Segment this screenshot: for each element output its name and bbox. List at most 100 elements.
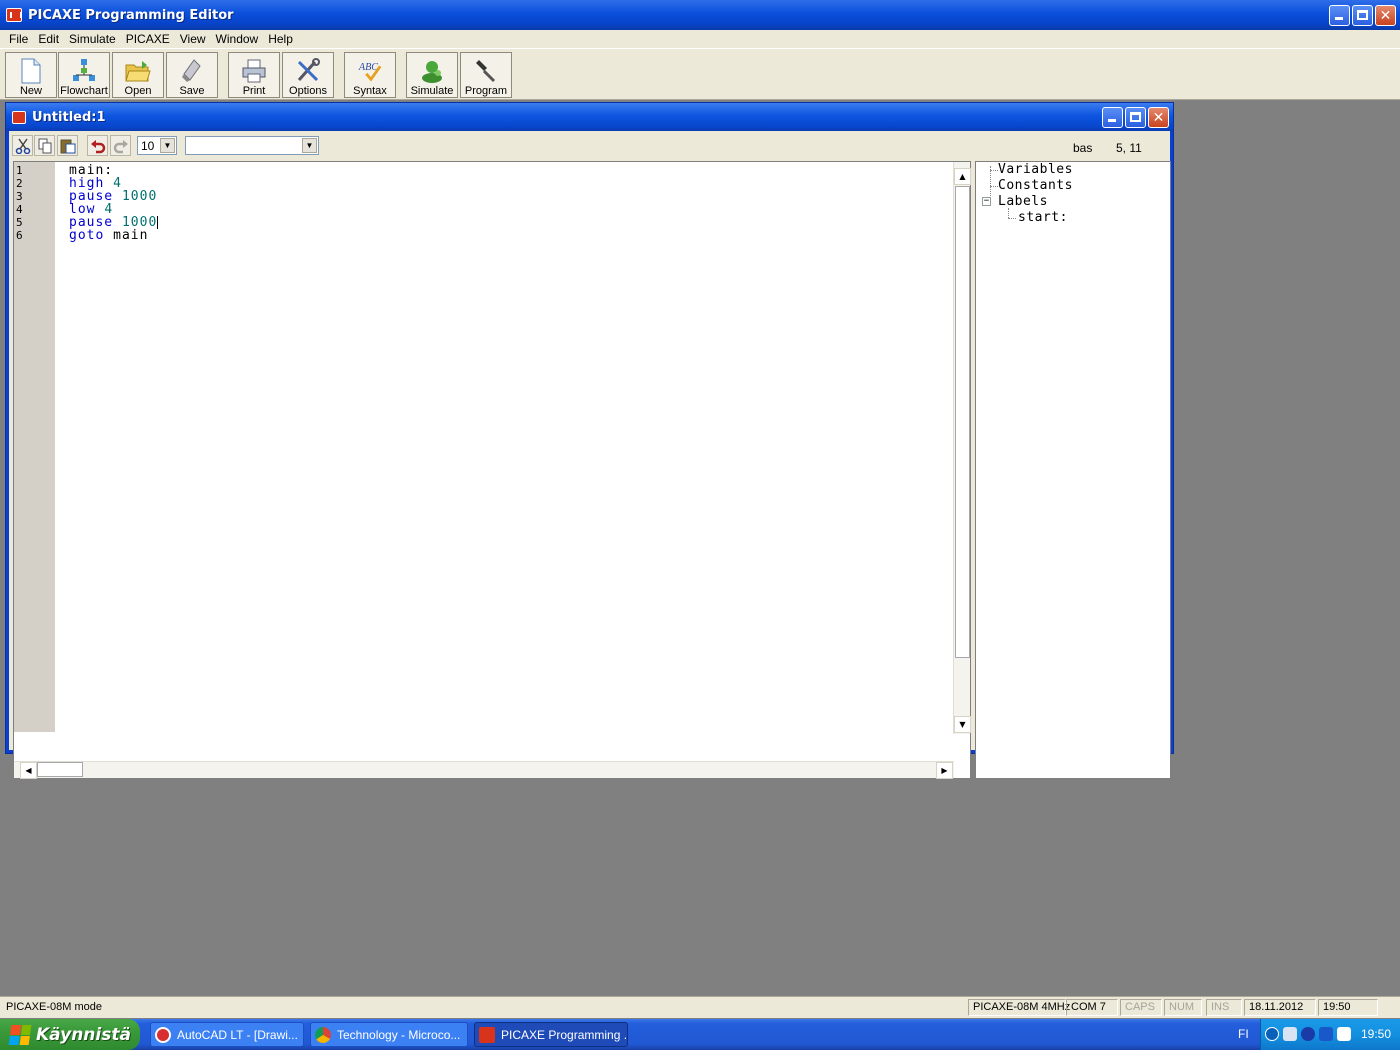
status-date: 18.11.2012 <box>1244 999 1316 1016</box>
paste-icon <box>60 139 75 153</box>
print-button[interactable]: Print <box>228 52 280 98</box>
windows-taskbar: Käynnistä AutoCAD LT - [Drawi... Technol… <box>0 1019 1400 1050</box>
collapse-icon[interactable]: − <box>982 197 991 206</box>
main-toolbar: New Flowchart Open Save Print Options AB… <box>0 48 1400 100</box>
scroll-up-icon[interactable]: ▲ <box>954 168 971 185</box>
document-icon <box>12 110 26 124</box>
maximize-button[interactable] <box>1352 5 1373 26</box>
vertical-scrollbar[interactable]: ▲ ▼ <box>953 162 971 734</box>
network-icon[interactable] <box>1283 1027 1297 1041</box>
close-icon: ✕ <box>1152 109 1165 126</box>
chevron-down-icon: ▼ <box>160 138 175 153</box>
maximize-icon <box>1357 10 1368 20</box>
menu-picaxe[interactable]: PICAXE <box>121 32 175 46</box>
scroll-down-icon[interactable]: ▼ <box>954 716 971 733</box>
syntax-button[interactable]: ABC Syntax <box>344 52 396 98</box>
language-indicator[interactable]: FI <box>1238 1027 1249 1041</box>
task-chrome[interactable]: Technology - Microco... <box>310 1022 468 1047</box>
undo-button[interactable] <box>87 135 108 156</box>
doc-maximize-button[interactable] <box>1125 107 1146 128</box>
maximize-icon <box>1130 112 1141 122</box>
tools-icon <box>295 57 321 84</box>
tree-item-constants[interactable]: Constants <box>998 178 1073 193</box>
main-title-bar[interactable]: PICAXE Programming Editor ✕ <box>0 0 1400 30</box>
menu-window[interactable]: Window <box>211 32 264 46</box>
line-number: 5 <box>16 216 23 229</box>
paste-button[interactable] <box>57 135 78 156</box>
simulate-button[interactable]: Simulate <box>406 52 458 98</box>
status-mode: PICAXE-08M mode <box>6 1001 102 1013</box>
picaxe-icon <box>479 1026 495 1043</box>
task-picaxe[interactable]: PICAXE Programming ... <box>474 1022 628 1047</box>
close-icon: ✕ <box>1379 7 1392 24</box>
security-icon[interactable] <box>1319 1027 1333 1041</box>
bluetooth-icon[interactable] <box>1301 1027 1315 1041</box>
printer-icon <box>241 57 267 84</box>
program-cable-icon <box>473 57 499 84</box>
menu-file[interactable]: File <box>4 32 33 46</box>
line-number: 4 <box>16 203 23 216</box>
minimize-icon <box>1108 119 1116 122</box>
picaxe-app-icon <box>6 8 22 22</box>
menu-help[interactable]: Help <box>263 32 298 46</box>
show-hidden-icons-icon[interactable] <box>1265 1027 1279 1041</box>
flowchart-button[interactable]: Flowchart <box>58 52 110 98</box>
document-title-bar[interactable]: Untitled:1 ✕ <box>6 103 1173 131</box>
file-type-label: bas <box>1073 141 1093 155</box>
copy-button[interactable] <box>34 135 55 156</box>
horizontal-scrollbar[interactable]: ◀ ▶ <box>14 761 954 779</box>
doc-close-button[interactable]: ✕ <box>1148 107 1169 128</box>
task-autocad[interactable]: AutoCAD LT - [Drawi... <box>150 1022 304 1047</box>
font-size-value: 10 <box>141 138 155 153</box>
program-button[interactable]: Program <box>460 52 512 98</box>
save-button[interactable]: Save <box>166 52 218 98</box>
tray-clock[interactable]: 19:50 <box>1361 1027 1391 1041</box>
redo-button[interactable] <box>110 135 131 156</box>
save-usb-icon <box>179 57 205 84</box>
start-label: Käynnistä <box>36 1024 131 1045</box>
line-number: 1 <box>16 164 23 177</box>
document-window: Untitled:1 ✕ 10 ▼ ▼ bas 5, 11 1 main: 2 … <box>5 102 1174 779</box>
options-button[interactable]: Options <box>282 52 334 98</box>
line-number: 6 <box>16 229 23 242</box>
system-tray: 19:50 <box>1260 1019 1400 1050</box>
status-caps: CAPS <box>1120 999 1162 1016</box>
status-time: 19:50 <box>1318 999 1378 1016</box>
menu-edit[interactable]: Edit <box>33 32 64 46</box>
status-bar: PICAXE-08M mode PICAXE-08M 4MHz COM 7 CA… <box>0 996 1400 1018</box>
new-document-icon <box>18 57 44 84</box>
vertical-scroll-thumb[interactable] <box>955 186 970 658</box>
menu-simulate[interactable]: Simulate <box>64 32 121 46</box>
tree-item-label-start[interactable]: start: <box>1018 210 1068 225</box>
new-button[interactable]: New <box>5 52 57 98</box>
symbol-tree-panel: Variables Constants − Labels start: <box>975 161 1171 779</box>
code-editor[interactable]: 1 main: 2 high 4 3 pause 1000 4 low 4 5 … <box>13 161 971 779</box>
line-number-gutter <box>14 162 55 732</box>
cut-button[interactable] <box>12 135 33 156</box>
menu-bar: File Edit Simulate PICAXE View Window He… <box>0 30 1400 48</box>
start-button[interactable]: Käynnistä <box>0 1019 140 1050</box>
line-number: 3 <box>16 190 23 203</box>
chevron-down-icon: ▼ <box>302 138 317 153</box>
status-port: COM 7 <box>1066 999 1118 1016</box>
scroll-right-icon[interactable]: ▶ <box>936 762 953 779</box>
close-button[interactable]: ✕ <box>1375 5 1396 26</box>
status-ins: INS <box>1206 999 1242 1016</box>
open-button[interactable]: Open <box>112 52 164 98</box>
tree-item-labels[interactable]: Labels <box>998 194 1048 209</box>
status-chip: PICAXE-08M 4MHz <box>968 999 1070 1016</box>
open-folder-icon <box>125 57 151 84</box>
doc-minimize-button[interactable] <box>1102 107 1123 128</box>
label-jump-select[interactable]: ▼ <box>185 136 319 155</box>
undo-icon <box>90 139 105 153</box>
horizontal-scroll-thumb[interactable] <box>37 762 83 777</box>
status-num: NUM <box>1164 999 1202 1016</box>
font-size-select[interactable]: 10 ▼ <box>137 136 177 155</box>
scroll-left-icon[interactable]: ◀ <box>20 762 37 779</box>
minimize-button[interactable] <box>1329 5 1350 26</box>
media-icon[interactable] <box>1337 1027 1351 1041</box>
document-title: Untitled:1 <box>32 109 106 125</box>
menu-view[interactable]: View <box>175 32 211 46</box>
code-line-6: goto main <box>69 228 149 243</box>
tree-item-variables[interactable]: Variables <box>998 162 1073 177</box>
